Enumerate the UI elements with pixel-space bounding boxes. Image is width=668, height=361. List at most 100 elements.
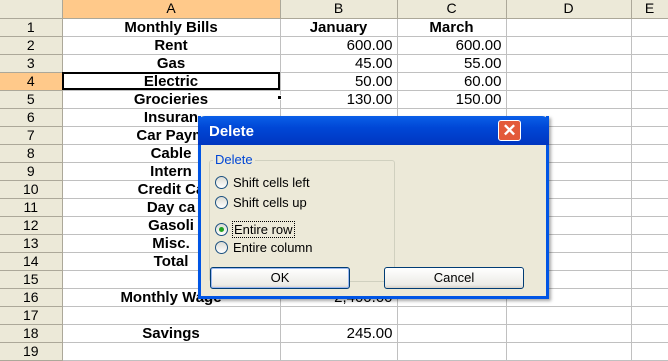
option-entire-row[interactable]: Entire row xyxy=(215,220,295,238)
cell-e6[interactable] xyxy=(631,108,668,127)
row-header-12[interactable]: 12 xyxy=(0,216,63,235)
cell-c17[interactable] xyxy=(397,306,507,325)
radio-entire-row[interactable] xyxy=(215,222,228,236)
cell-d2[interactable] xyxy=(506,36,632,55)
radio-entire-column[interactable] xyxy=(215,240,228,254)
cell-e3[interactable] xyxy=(631,54,668,73)
dialog-title-bar[interactable]: Delete ✕ xyxy=(198,116,549,145)
cell-d17[interactable] xyxy=(506,306,632,325)
column-header-e[interactable]: E xyxy=(631,0,668,19)
sheet-row: 17 xyxy=(0,306,668,325)
cell-c2[interactable]: 600.00 xyxy=(397,36,507,55)
close-icon[interactable]: ✕ xyxy=(498,120,521,141)
row-header-18[interactable]: 18 xyxy=(0,324,63,343)
dialog-body: Delete Shift cells left Shift cells up E… xyxy=(201,145,546,296)
option-label: Entire column xyxy=(233,239,313,255)
cell-e2[interactable] xyxy=(631,36,668,55)
row-header-17[interactable]: 17 xyxy=(0,306,63,325)
cell-d19[interactable] xyxy=(506,342,632,361)
row-header-13[interactable]: 13 xyxy=(0,234,63,253)
sheet-row: 5 Grocieries 130.00 150.00 xyxy=(0,90,668,109)
cell-e15[interactable] xyxy=(631,270,668,289)
cell-e12[interactable] xyxy=(631,216,668,235)
row-header-4[interactable]: 4 xyxy=(0,72,63,91)
row-header-5[interactable]: 5 xyxy=(0,90,63,109)
cell-e19[interactable] xyxy=(631,342,668,361)
row-header-9[interactable]: 9 xyxy=(0,162,63,181)
select-all-corner[interactable] xyxy=(0,0,63,19)
cell-e18[interactable] xyxy=(631,324,668,343)
cell-e7[interactable] xyxy=(631,126,668,145)
radio-shift-cells-left[interactable] xyxy=(215,175,228,189)
row-header-14[interactable]: 14 xyxy=(0,252,63,271)
row-header-7[interactable]: 7 xyxy=(0,126,63,145)
cell-e10[interactable] xyxy=(631,180,668,199)
cell-c18[interactable] xyxy=(397,324,507,343)
cell-e9[interactable] xyxy=(631,162,668,181)
ok-button[interactable]: OK xyxy=(210,267,350,289)
row-header-8[interactable]: 8 xyxy=(0,144,63,163)
cell-a18[interactable]: Savings xyxy=(62,324,281,343)
cell-b17[interactable] xyxy=(280,306,398,325)
dialog-title: Delete xyxy=(209,123,255,140)
cell-c3[interactable]: 55.00 xyxy=(397,54,507,73)
cell-e17[interactable] xyxy=(631,306,668,325)
sheet-row: 1 Monthly Bills January March xyxy=(0,18,668,37)
sheet-row: 3 Gas 45.00 55.00 xyxy=(0,54,668,73)
cell-b5[interactable]: 130.00 xyxy=(280,90,398,109)
sheet-row: 4 Electric 50.00 60.00 xyxy=(0,72,668,91)
row-header-2[interactable]: 2 xyxy=(0,36,63,55)
row-header-3[interactable]: 3 xyxy=(0,54,63,73)
column-header-b[interactable]: B xyxy=(280,0,398,19)
cell-a4[interactable]: Electric xyxy=(62,72,281,91)
cell-b1[interactable]: January xyxy=(280,18,398,37)
cell-e8[interactable] xyxy=(631,144,668,163)
row-header-10[interactable]: 10 xyxy=(0,180,63,199)
cell-a2[interactable]: Rent xyxy=(62,36,281,55)
option-shift-cells-left[interactable]: Shift cells left xyxy=(215,174,310,190)
cell-c19[interactable] xyxy=(397,342,507,361)
cell-c5[interactable]: 150.00 xyxy=(397,90,507,109)
cell-a5[interactable]: Grocieries xyxy=(62,90,281,109)
cancel-button[interactable]: Cancel xyxy=(384,267,524,289)
cell-b4[interactable]: 50.00 xyxy=(280,72,398,91)
cell-d3[interactable] xyxy=(506,54,632,73)
cell-b3[interactable]: 45.00 xyxy=(280,54,398,73)
row-header-1[interactable]: 1 xyxy=(0,18,63,37)
cell-d1[interactable] xyxy=(506,18,632,37)
cell-d5[interactable] xyxy=(506,90,632,109)
row-header-19[interactable]: 19 xyxy=(0,342,63,361)
radio-shift-cells-up[interactable] xyxy=(215,195,228,209)
cell-e1[interactable] xyxy=(631,18,668,37)
cell-a1[interactable]: Monthly Bills xyxy=(62,18,281,37)
cell-d18[interactable] xyxy=(506,324,632,343)
cell-d4[interactable] xyxy=(506,72,632,91)
cell-e13[interactable] xyxy=(631,234,668,253)
row-header-15[interactable]: 15 xyxy=(0,270,63,289)
row-header-11[interactable]: 11 xyxy=(0,198,63,217)
cell-e16[interactable] xyxy=(631,288,668,307)
cell-b19[interactable] xyxy=(280,342,398,361)
cell-b2[interactable]: 600.00 xyxy=(280,36,398,55)
cell-e5[interactable] xyxy=(631,90,668,109)
cell-c4[interactable]: 60.00 xyxy=(397,72,507,91)
cell-a3[interactable]: Gas xyxy=(62,54,281,73)
column-header-a[interactable]: A xyxy=(62,0,281,19)
cell-e11[interactable] xyxy=(631,198,668,217)
fill-handle[interactable] xyxy=(277,95,282,100)
option-label: Entire row xyxy=(232,220,295,238)
cell-a17[interactable] xyxy=(62,306,281,325)
column-header-d[interactable]: D xyxy=(506,0,632,19)
option-entire-column[interactable]: Entire column xyxy=(215,239,312,255)
delete-dialog: Delete ✕ Delete Shift cells left Shift c… xyxy=(198,116,549,299)
option-shift-cells-up[interactable]: Shift cells up xyxy=(215,194,307,210)
row-header-16[interactable]: 16 xyxy=(0,288,63,307)
cell-a19[interactable] xyxy=(62,342,281,361)
cell-e4[interactable] xyxy=(631,72,668,91)
cell-e14[interactable] xyxy=(631,252,668,271)
cell-c1[interactable]: March xyxy=(397,18,507,37)
row-header-6[interactable]: 6 xyxy=(0,108,63,127)
sheet-row: 19 xyxy=(0,342,668,361)
cell-b18[interactable]: 245.00 xyxy=(280,324,398,343)
column-header-c[interactable]: C xyxy=(397,0,507,19)
